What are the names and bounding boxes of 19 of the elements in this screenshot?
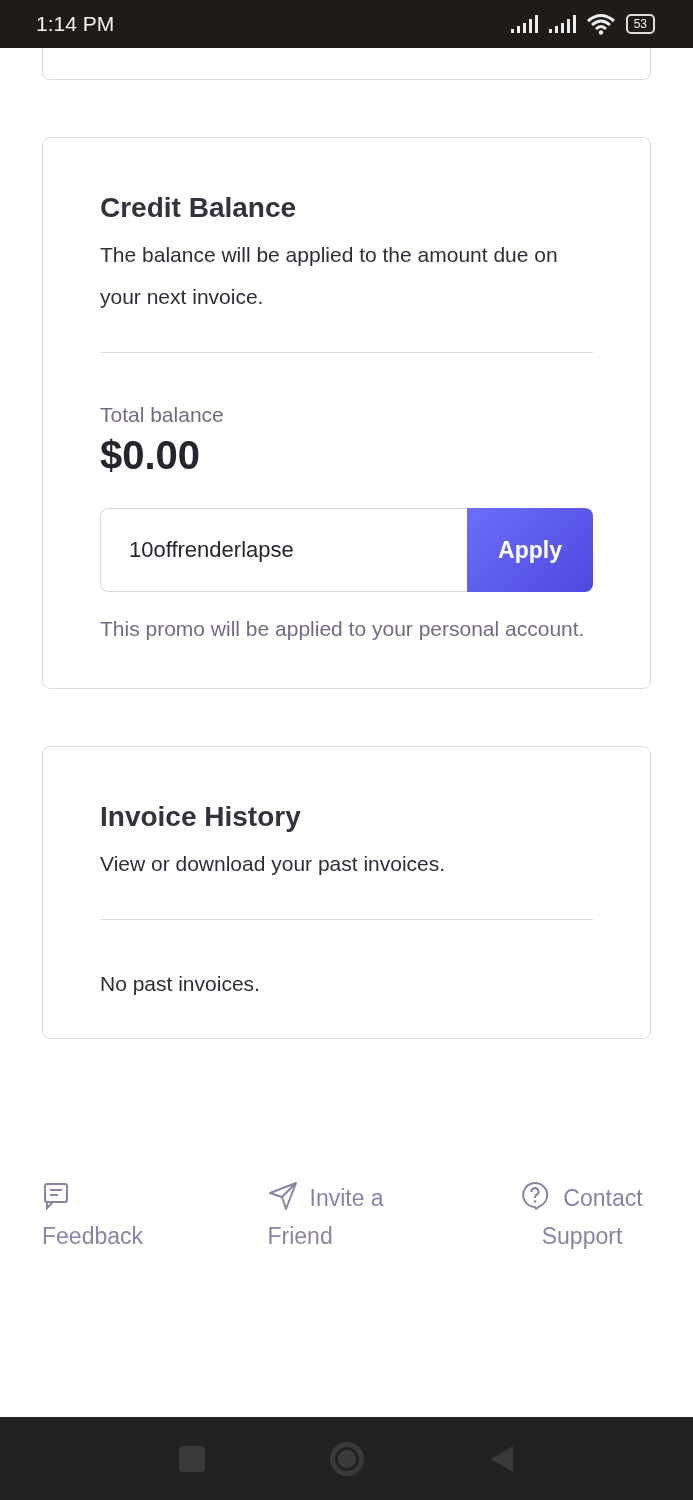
battery-icon: 53 xyxy=(625,14,655,34)
card-description: The balance will be applied to the amount due on your next invoice. xyxy=(100,242,559,310)
footer-link[interactable]: Invite a Friend xyxy=(267,1179,408,1255)
status-time: 1:14 PM xyxy=(36,12,115,36)
apply-button[interactable]: Apply xyxy=(467,508,593,592)
home-button[interactable] xyxy=(329,1441,364,1476)
empty-message: No past invoices. xyxy=(100,972,261,996)
total-balance-label: Total balance xyxy=(100,403,225,427)
promo-code-field[interactable]: 10offrenderlapse xyxy=(100,508,467,592)
total-balance-value: $0.00 xyxy=(100,433,202,478)
card-title: Credit Balance xyxy=(100,192,298,224)
footer-link[interactable]: Feedback xyxy=(42,1179,158,1255)
footer-link[interactable]: Contact Support xyxy=(507,1179,657,1255)
wifi-icon xyxy=(585,13,616,35)
card-description: View or download your past invoices. xyxy=(100,851,447,877)
promo-note: This promo will be applied to your personal account. xyxy=(100,616,586,642)
recents-button[interactable] xyxy=(178,1445,205,1472)
paper-plane-icon xyxy=(267,1181,298,1211)
card-title: Invoice History xyxy=(100,801,302,833)
